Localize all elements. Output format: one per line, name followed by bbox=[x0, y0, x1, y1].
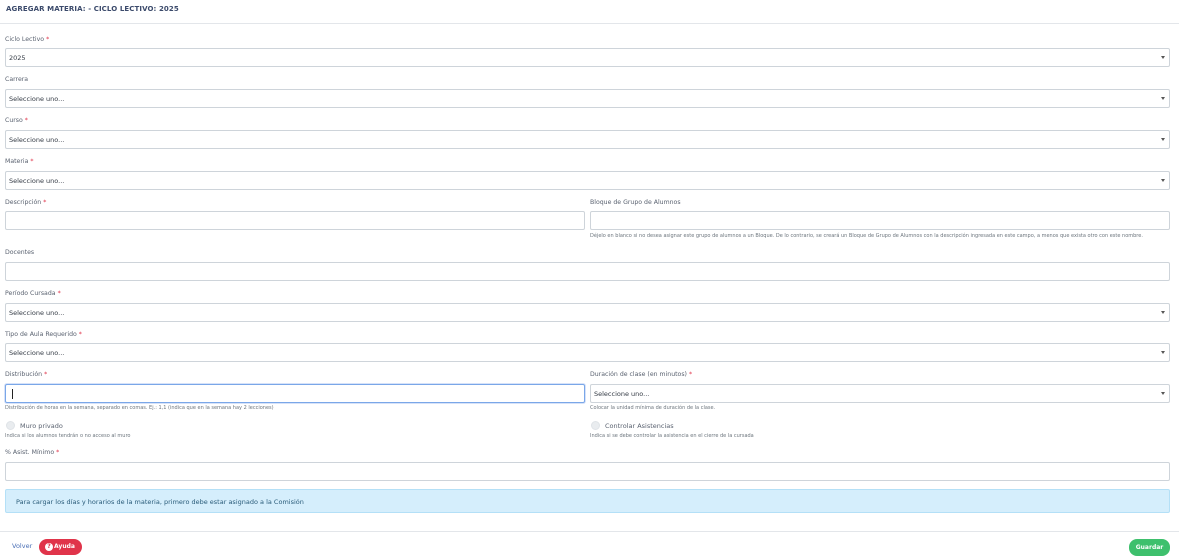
ciclo-lectivo-label: Ciclo Lectivo * bbox=[5, 36, 50, 43]
controlar-asistencias-label: Controlar Asistencias bbox=[605, 422, 674, 430]
tipo-aula-label: Tipo de Aula Requerido * bbox=[5, 331, 82, 338]
distribucion-label: Distribución * bbox=[5, 371, 48, 378]
asistencia-minima-input[interactable] bbox=[5, 462, 1170, 481]
info-alert: Para cargar los días y horarios de la ma… bbox=[5, 489, 1170, 513]
save-button[interactable]: Guardar bbox=[1129, 539, 1170, 556]
page-header: AGREGAR MATERIA: - CICLO LECTIVO: 2025 bbox=[0, 0, 1179, 24]
page-title: AGREGAR MATERIA: - CICLO LECTIVO: 2025 bbox=[6, 5, 179, 13]
muro-privado-help-text: Indica si los alumnos tendrán o no acces… bbox=[5, 433, 131, 439]
docentes-input[interactable] bbox=[5, 262, 1170, 281]
descripcion-input[interactable] bbox=[5, 211, 585, 230]
info-alert-text: Para cargar los días y horarios de la ma… bbox=[16, 498, 304, 506]
carrera-label: Carrera bbox=[5, 76, 29, 83]
carrera-select[interactable]: Seleccione uno... bbox=[5, 89, 1170, 108]
distribucion-help-text: Distribución de horas en la semana, sepa… bbox=[5, 405, 274, 411]
help-button-label: Ayuda bbox=[54, 543, 75, 550]
controlar-asistencias-help-text: Indica si se debe controlar la asistenci… bbox=[590, 433, 754, 439]
chevron-down-icon bbox=[1161, 97, 1165, 100]
duracion-value: Seleccione uno... bbox=[594, 390, 650, 398]
periodo-value: Seleccione uno... bbox=[9, 309, 65, 317]
materia-value: Seleccione uno... bbox=[9, 177, 65, 185]
carrera-value: Seleccione uno... bbox=[9, 95, 65, 103]
tipo-aula-value: Seleccione uno... bbox=[9, 349, 65, 357]
ciclo-lectivo-value: 2025 bbox=[9, 54, 26, 62]
distribucion-input[interactable] bbox=[5, 384, 585, 403]
curso-label: Curso * bbox=[5, 117, 28, 124]
text-cursor bbox=[12, 389, 13, 399]
curso-value: Seleccione uno... bbox=[9, 136, 65, 144]
curso-select[interactable]: Seleccione uno... bbox=[5, 130, 1170, 149]
page-footer bbox=[0, 531, 1179, 558]
bloque-input[interactable] bbox=[590, 211, 1170, 230]
docentes-label: Docentes bbox=[5, 249, 35, 256]
controlar-asistencias-checkbox[interactable] bbox=[591, 421, 600, 430]
back-button[interactable]: Volver bbox=[12, 542, 32, 550]
ciclo-lectivo-select[interactable]: 2025 bbox=[5, 48, 1170, 67]
periodo-label: Período Cursada * bbox=[5, 290, 61, 297]
chevron-down-icon bbox=[1161, 311, 1165, 314]
chevron-down-icon bbox=[1161, 179, 1165, 182]
duracion-select[interactable]: Seleccione uno... bbox=[590, 384, 1170, 403]
chevron-down-icon bbox=[1161, 351, 1165, 354]
duracion-help-text: Colocar la unidad mínima de duración de … bbox=[590, 405, 716, 411]
asistencia-minima-label: % Asist. Mínimo * bbox=[5, 449, 60, 456]
question-circle-icon: ? bbox=[45, 543, 53, 551]
duracion-label: Duración de clase (en minutos) * bbox=[590, 371, 693, 378]
periodo-select[interactable]: Seleccione uno... bbox=[5, 303, 1170, 322]
descripcion-label: Descripción * bbox=[5, 199, 47, 206]
materia-select[interactable]: Seleccione uno... bbox=[5, 171, 1170, 190]
chevron-down-icon bbox=[1161, 392, 1165, 395]
muro-privado-checkbox[interactable] bbox=[6, 421, 15, 430]
bloque-label: Bloque de Grupo de Alumnos bbox=[590, 199, 681, 206]
chevron-down-icon bbox=[1161, 56, 1165, 59]
help-button[interactable]: ? Ayuda bbox=[39, 539, 82, 555]
materia-label: Materia * bbox=[5, 158, 34, 165]
muro-privado-label: Muro privado bbox=[20, 422, 63, 430]
bloque-help-text: Déjelo en blanco si no desea asignar est… bbox=[590, 233, 1143, 239]
chevron-down-icon bbox=[1161, 138, 1165, 141]
tipo-aula-select[interactable]: Seleccione uno... bbox=[5, 343, 1170, 362]
